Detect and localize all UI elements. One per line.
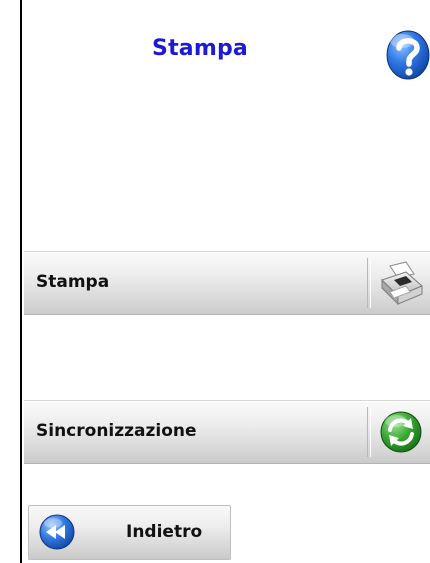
sync-refresh-icon [380, 411, 422, 453]
print-action-label: Stampa [36, 272, 110, 292]
divider [367, 407, 371, 457]
app-window: Stampa Stampa Sincronizzazione Indietro [0, 0, 430, 563]
back-button-label: Indietro [126, 522, 203, 542]
sync-action-label: Sincronizzazione [36, 421, 197, 441]
page-title: Stampa [152, 36, 248, 61]
help-button[interactable] [382, 27, 430, 83]
printer-icon [381, 261, 423, 306]
rewind-back-icon [39, 514, 75, 550]
print-action-button[interactable]: Stampa [24, 251, 430, 315]
sync-action-button[interactable]: Sincronizzazione [24, 400, 430, 464]
back-button[interactable]: Indietro [28, 505, 231, 560]
help-question-icon [386, 30, 430, 80]
window-left-border [20, 0, 22, 563]
divider [367, 258, 371, 308]
